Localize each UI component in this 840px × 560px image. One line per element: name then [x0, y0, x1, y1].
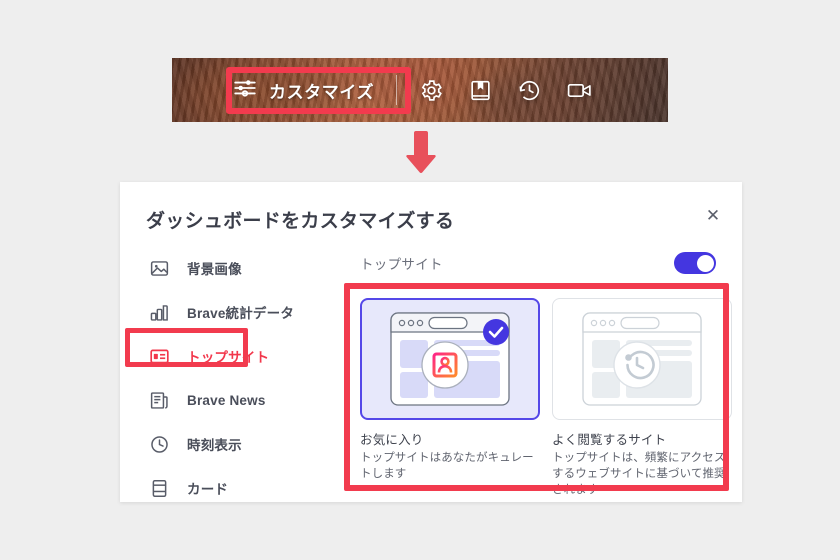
panel-header: トップサイト	[360, 246, 742, 280]
sliders-icon	[232, 75, 258, 106]
option-card-title: よく閲覧するサイト	[552, 433, 667, 447]
panel-title: トップサイト	[360, 257, 443, 272]
dialog-sidebar: 背景画像 Brave統計データ トップサイト Brave News 時刻表示 カ…	[120, 246, 345, 510]
toggle-knob	[696, 254, 714, 272]
customize-button[interactable]: カスタマイズ	[232, 75, 374, 106]
customize-label: カスタマイズ	[269, 82, 375, 102]
clock-icon	[148, 433, 170, 455]
option-card-title: お気に入り	[360, 433, 424, 447]
option-card-description: トップサイトは、頻繁にアクセスするウェブサイトに基づいて推奨されます	[552, 452, 726, 496]
sidebar-item-label: カード	[187, 482, 229, 497]
cards-icon	[148, 477, 170, 499]
customize-dashboard-dialog: ダッシュボードをカスタマイズする ✕ 背景画像 Brave統計データ トップサイ…	[120, 182, 742, 502]
down-arrow	[404, 130, 438, 179]
top-sites-option-cards: お気に入り トップサイトはあなたがキュレートします よく閲覧するサイト トップサ…	[360, 298, 742, 499]
bookmarks-icon[interactable]	[468, 78, 493, 103]
hero-divider	[396, 75, 398, 105]
browser-history-illustration	[552, 298, 732, 420]
hero-toolbar: カスタマイズ	[172, 58, 668, 122]
bar-chart-icon	[148, 301, 170, 323]
sidebar-item-brave-news[interactable]: Brave News	[120, 378, 345, 422]
history-clock-icon[interactable]	[517, 78, 542, 103]
sidebar-item-top-sites[interactable]: トップサイト	[120, 334, 345, 378]
top-sites-panel: トップサイト お気に入り トップサイトはあなたがキュレートします よく閲覧するサ…	[360, 246, 742, 499]
sidebar-item-label: 時刻表示	[187, 438, 242, 453]
gear-icon[interactable]	[419, 78, 444, 103]
browser-favorites-illustration	[360, 298, 540, 420]
news-icon	[148, 389, 170, 411]
sidebar-item-background-image[interactable]: 背景画像	[120, 246, 345, 290]
sidebar-item-brave-stats[interactable]: Brave統計データ	[120, 290, 345, 334]
screenshot-root: カスタマイズ ダッシュボードをカスタマイズする ✕ 背景画像 Brave統計デー…	[0, 0, 840, 560]
hero-icon-group	[419, 78, 593, 103]
top-sites-toggle[interactable]	[674, 252, 716, 274]
option-card-favorites[interactable]: お気に入り トップサイトはあなたがキュレートします	[360, 298, 540, 499]
top-sites-icon	[148, 345, 170, 367]
video-camera-icon[interactable]	[566, 78, 593, 103]
sidebar-item-label: 背景画像	[187, 262, 242, 277]
sidebar-item-cards[interactable]: カード	[120, 466, 345, 510]
page-title: ダッシュボードをカスタマイズする	[146, 211, 455, 232]
option-card-frequently-visited[interactable]: よく閲覧するサイト トップサイトは、頻繁にアクセスするウェブサイトに基づいて推奨…	[552, 298, 732, 499]
option-card-description: トップサイトはあなたがキュレートします	[360, 452, 534, 480]
image-icon	[148, 257, 170, 279]
sidebar-item-label: Brave News	[187, 392, 266, 408]
sidebar-item-clock[interactable]: 時刻表示	[120, 422, 345, 466]
sidebar-item-label: Brave統計データ	[187, 306, 295, 321]
sidebar-item-label: トップサイト	[187, 350, 270, 365]
new-tab-hero-banner: カスタマイズ	[172, 58, 668, 122]
close-icon[interactable]: ✕	[700, 203, 726, 229]
